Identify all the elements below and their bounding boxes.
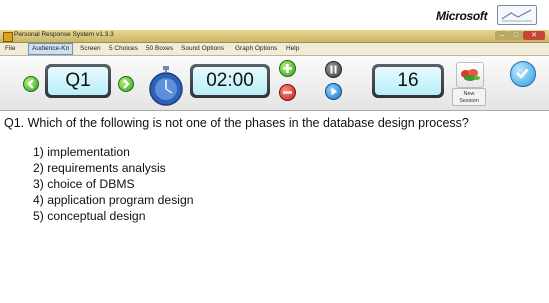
- decrease-time-button[interactable]: [279, 84, 296, 101]
- green-right-arrow-icon: [123, 79, 130, 89]
- play-button[interactable]: [325, 83, 342, 100]
- app-icon: [3, 32, 13, 42]
- responses-count: 16: [375, 67, 441, 95]
- question-text: Q1. Which of the following is not one of…: [4, 116, 469, 130]
- answer-option-4: 4) application program design: [33, 193, 194, 207]
- menu-help[interactable]: Help: [283, 44, 302, 54]
- previous-question-button[interactable]: [23, 76, 39, 92]
- answer-option-1: 1) implementation: [33, 145, 130, 159]
- next-question-button[interactable]: [118, 76, 134, 92]
- menu-audience-kn[interactable]: Audience-Kn: [28, 43, 74, 55]
- answer-option-3: 3) choice of DBMS: [33, 177, 135, 191]
- green-left-arrow-icon: [27, 79, 34, 89]
- answer-option-5: 5) conceptual design: [33, 209, 146, 223]
- brand-emblem-icon: [497, 5, 537, 25]
- close-button[interactable]: ✕: [523, 31, 545, 40]
- window-title-bar: Personal Response System v1.3.3 – □ ✕: [0, 30, 549, 43]
- minus-icon: [283, 91, 292, 94]
- menu-5-choices[interactable]: 5 Choices: [106, 44, 141, 54]
- window-title: Personal Response System v1.3.3: [14, 31, 114, 38]
- play-icon: [331, 87, 337, 96]
- menu-graph-options[interactable]: Graph Options: [232, 44, 280, 54]
- minimize-button[interactable]: –: [495, 31, 509, 40]
- question-number: Q1: [48, 67, 108, 95]
- confirm-button[interactable]: [510, 61, 536, 87]
- new-session-label: New Session: [452, 88, 486, 106]
- checkmark-icon: [516, 68, 529, 79]
- stopwatch-icon[interactable]: [147, 66, 185, 106]
- menu-file[interactable]: File: [2, 44, 18, 54]
- plus-icon: [283, 64, 292, 73]
- pause-icon: [330, 65, 337, 74]
- timer-display: 02:00: [190, 64, 270, 98]
- flowers-icon: [456, 62, 484, 88]
- responses-count-display: 16: [372, 64, 444, 98]
- increase-time-button[interactable]: [279, 60, 296, 77]
- menu-sound-options[interactable]: Sound Options: [178, 44, 227, 54]
- menu-50-boxes[interactable]: 50 Boxes: [143, 44, 176, 54]
- answer-list: 1) implementation 2) requirements analys…: [33, 144, 194, 224]
- pause-button[interactable]: [325, 61, 342, 78]
- maximize-button[interactable]: □: [509, 31, 523, 40]
- question-number-display: Q1: [45, 64, 111, 98]
- new-session-button[interactable]: New Session: [452, 60, 486, 106]
- answer-option-2: 2) requirements analysis: [33, 161, 166, 175]
- brand-header: Microsoft: [0, 0, 549, 30]
- menu-bar: File Audience-Kn Screen 5 Choices 50 Box…: [0, 43, 549, 56]
- menu-screen[interactable]: Screen: [77, 44, 104, 54]
- microsoft-logo: Microsoft: [436, 9, 488, 23]
- timer-value: 02:00: [193, 67, 267, 95]
